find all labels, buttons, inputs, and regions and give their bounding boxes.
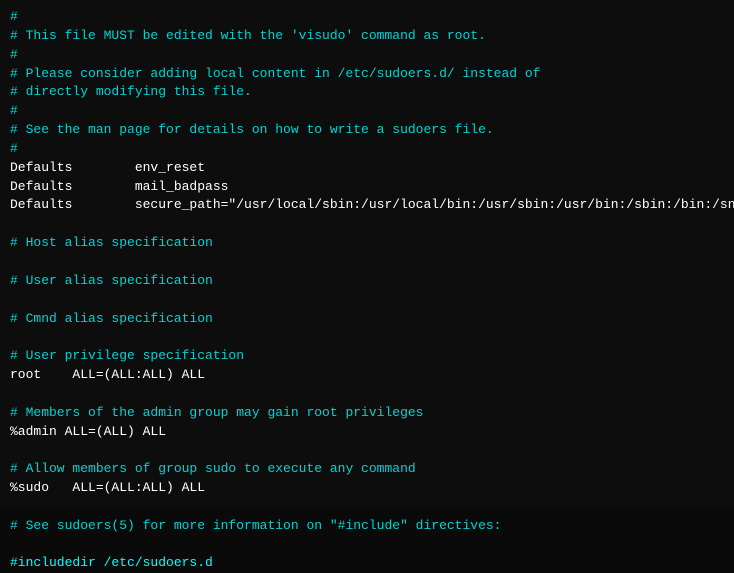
terminal-line: root ALL=(ALL:ALL) ALL [10, 366, 724, 385]
terminal-line: # Members of the admin group may gain ro… [10, 404, 724, 423]
terminal-line: %sudo ALL=(ALL:ALL) ALL [10, 479, 724, 498]
terminal-line [10, 498, 724, 517]
terminal-line [10, 441, 724, 460]
terminal-line: # Cmnd alias specification [10, 310, 724, 329]
terminal-line [10, 253, 724, 272]
terminal-line: # Host alias specification [10, 234, 724, 253]
terminal-line: # [10, 46, 724, 65]
terminal-line: #includedir /etc/sudoers.d [10, 554, 724, 573]
terminal-line [10, 215, 724, 234]
terminal-line: Defaults env_reset [10, 159, 724, 178]
terminal-line [10, 328, 724, 347]
terminal-line [10, 385, 724, 404]
terminal-line [10, 291, 724, 310]
terminal-line: # User privilege specification [10, 347, 724, 366]
terminal-line [10, 536, 724, 555]
terminal-line: Defaults secure_path="/usr/local/sbin:/u… [10, 196, 724, 215]
terminal-line: # This file MUST be edited with the 'vis… [10, 27, 724, 46]
terminal-line: # See the man page for details on how to… [10, 121, 724, 140]
terminal-line: # Allow members of group sudo to execute… [10, 460, 724, 479]
terminal-line: # [10, 8, 724, 27]
terminal-line: # Please consider adding local content i… [10, 65, 724, 84]
terminal-line: # [10, 140, 724, 159]
terminal-line: # User alias specification [10, 272, 724, 291]
terminal-window: ## This file MUST be edited with the 'vi… [0, 0, 734, 507]
terminal-line: Defaults mail_badpass [10, 178, 724, 197]
terminal-line: %admin ALL=(ALL) ALL [10, 423, 724, 442]
terminal-line: # [10, 102, 724, 121]
terminal-line: # directly modifying this file. [10, 83, 724, 102]
terminal-line: # See sudoers(5) for more information on… [10, 517, 724, 536]
